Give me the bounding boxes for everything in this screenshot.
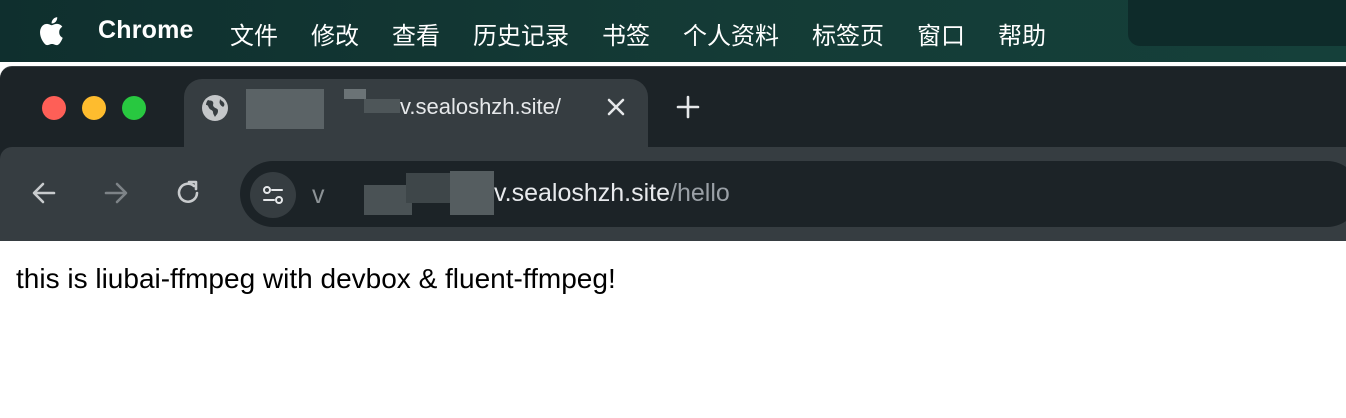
page-body-text: this is liubai-ffmpeg with devbox & flue… [16, 263, 616, 294]
menu-history[interactable]: 历史记录 [473, 16, 569, 51]
new-tab-plus-icon[interactable] [674, 93, 702, 121]
menu-bookmarks[interactable]: 书签 [602, 16, 650, 51]
reload-icon[interactable] [172, 177, 204, 209]
url-text: v.sealoshzh.site/hello [494, 179, 730, 208]
redacted-url-part [450, 171, 494, 215]
redacted-tab-title [344, 89, 366, 99]
tune-settings-icon [263, 186, 283, 204]
menu-view[interactable]: 查看 [392, 16, 440, 51]
macos-menu-bar: Chrome 文件 修改 查看 历史记录 书签 个人资料 标签页 窗口 帮助 [0, 0, 1346, 62]
page-content: this is liubai-ffmpeg with devbox & flue… [0, 241, 1346, 418]
redacted-url-part [406, 173, 452, 203]
back-arrow-icon[interactable] [28, 177, 60, 209]
menu-tab[interactable]: 标签页 [812, 16, 884, 51]
address-bar[interactable]: v v.sealoshzh.site/hello [240, 161, 1346, 227]
globe-icon [202, 95, 228, 121]
menu-edit[interactable]: 修改 [311, 16, 359, 51]
menu-window[interactable]: 窗口 [917, 16, 965, 51]
minimize-window-button[interactable] [82, 96, 106, 120]
redacted-url-part [364, 185, 412, 215]
fullscreen-window-button[interactable] [122, 96, 146, 120]
menu-bar-status-area [1128, 0, 1346, 46]
site-info-button[interactable] [250, 172, 296, 218]
menu-items: 文件 修改 查看 历史记录 书签 个人资料 标签页 窗口 帮助 [230, 16, 1079, 51]
redacted-tab-title [364, 99, 400, 113]
menu-help[interactable]: 帮助 [998, 16, 1046, 51]
url-prefix: v [312, 181, 325, 209]
tab-title-fade [560, 89, 584, 129]
url-path: /hello [670, 179, 730, 207]
browser-window: v.sealoshzh.site/ v v.sealoshzh.site/hel… [0, 66, 1346, 242]
browser-toolbar: v v.sealoshzh.site/hello [0, 147, 1346, 242]
apple-logo-icon[interactable] [36, 14, 64, 48]
forward-arrow-icon[interactable] [100, 177, 132, 209]
close-window-button[interactable] [42, 96, 66, 120]
menu-file[interactable]: 文件 [230, 16, 278, 51]
app-name-menu[interactable]: Chrome [98, 16, 194, 45]
menu-profiles[interactable]: 个人资料 [683, 16, 779, 51]
redacted-tab-title [246, 89, 324, 129]
close-tab-icon[interactable] [604, 95, 628, 119]
tab-title: v.sealoshzh.site/ [400, 94, 562, 119]
url-host: v.sealoshzh.site [494, 179, 671, 207]
